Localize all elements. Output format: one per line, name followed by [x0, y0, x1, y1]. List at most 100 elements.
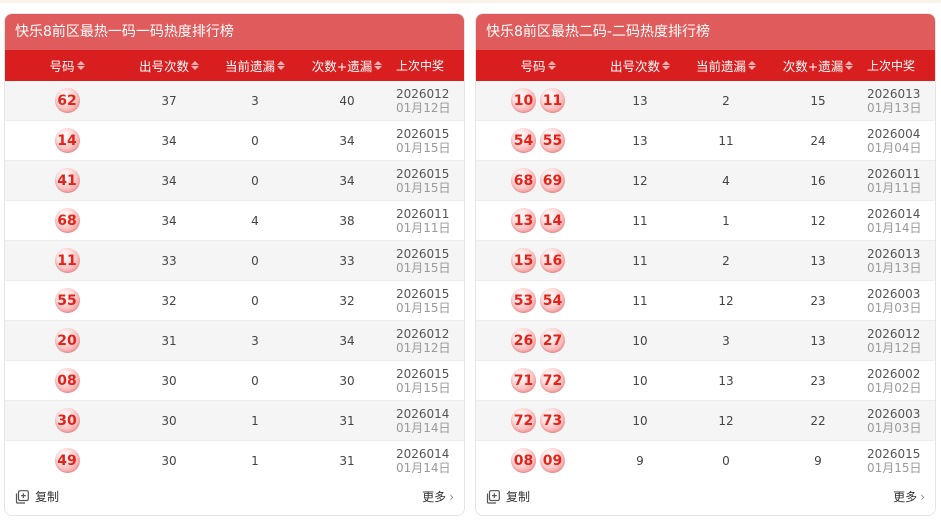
draw-date: 01月02日	[867, 380, 922, 395]
sort-icon[interactable]	[374, 61, 383, 70]
header-label: 出号次数	[609, 59, 660, 74]
last-win-cell: 2026012 01月12日	[393, 327, 464, 355]
copy-icon	[15, 489, 29, 504]
count-cell: 30	[161, 413, 177, 428]
table-row: 20 31 3 34 2026012 01月12日	[5, 321, 464, 361]
count-cell: 34	[161, 133, 177, 148]
number-cell: 13 14	[476, 208, 600, 233]
number-ball: 49	[54, 448, 80, 473]
number-ball: 13	[511, 208, 536, 233]
issue-number: 2026014	[396, 446, 450, 461]
sort-icon[interactable]	[191, 61, 199, 70]
issue-number: 2026004	[867, 126, 921, 141]
copy-button[interactable]: 复制	[486, 488, 530, 505]
last-win-cell: 2026012 01月12日	[864, 327, 935, 355]
copy-label: 复制	[506, 490, 531, 504]
sum-cell: 31	[339, 413, 355, 428]
issue-number: 2026015	[867, 446, 921, 461]
miss-cell: 3	[251, 93, 259, 108]
header-number[interactable]: 号码	[5, 56, 129, 75]
table-row: 15 16 11 2 13 2026013 01月13日	[476, 241, 935, 281]
issue-number: 2026002	[867, 366, 921, 381]
number-ball: 68	[54, 208, 80, 233]
table-row: 49 30 1 31 2026014 01月14日	[5, 441, 464, 481]
sort-icon[interactable]	[662, 61, 670, 70]
draw-date: 01月13日	[867, 100, 922, 115]
issue-number: 2026012	[396, 326, 450, 341]
miss-cell: 1	[251, 453, 259, 468]
number-ball: 53	[511, 288, 536, 313]
draw-date: 01月15日	[867, 460, 922, 475]
header-label: 次数+遗漏	[311, 59, 373, 74]
number-ball: 14	[540, 208, 565, 233]
number-cell: 11	[5, 248, 129, 273]
hot-pair-panel: 快乐8前区最热二码-二码热度排行榜 号码 出号次数 当前遗漏 次数+遗漏 上次中…	[475, 13, 936, 516]
number-ball: 72	[540, 368, 565, 393]
last-win-cell: 2026011 01月11日	[393, 207, 464, 235]
number-cell: 62	[5, 88, 129, 113]
count-cell: 11	[632, 253, 648, 268]
count-cell: 11	[632, 293, 648, 308]
copy-button[interactable]: 复制	[15, 488, 59, 505]
sum-cell: 15	[810, 93, 826, 108]
miss-cell: 3	[722, 333, 730, 348]
sum-cell: 34	[339, 333, 355, 348]
header-sum[interactable]: 次数+遗漏	[301, 56, 393, 75]
issue-number: 2026003	[867, 286, 921, 301]
miss-cell: 2	[722, 253, 730, 268]
number-cell: 72 73	[476, 408, 600, 433]
sort-icon[interactable]	[277, 61, 285, 70]
panel-footer: 复制 更多 ›	[5, 478, 464, 515]
table-row: 14 34 0 34 2026015 01月15日	[5, 121, 464, 161]
sum-cell: 13	[810, 333, 826, 348]
number-ball: 27	[540, 328, 565, 353]
header-miss[interactable]: 当前遗漏	[209, 56, 301, 75]
more-link[interactable]: 更多 ›	[893, 488, 925, 505]
sort-icon[interactable]	[547, 61, 556, 70]
number-cell: 08	[5, 368, 129, 393]
number-ball: 54	[511, 128, 536, 153]
number-cell: 54 55	[476, 128, 600, 153]
count-cell: 12	[632, 173, 648, 188]
table-row: 68 69 12 4 16 2026011 01月11日	[476, 161, 935, 201]
header-label: 当前遗漏	[695, 59, 746, 74]
miss-cell: 4	[722, 173, 730, 188]
count-cell: 10	[632, 333, 648, 348]
draw-date: 01月03日	[867, 300, 922, 315]
more-label: 更多	[893, 490, 918, 504]
table-row: 08 30 0 30 2026015 01月15日	[5, 361, 464, 401]
header-count[interactable]: 出号次数	[600, 56, 680, 75]
last-win-cell: 2026015 01月15日	[393, 167, 464, 195]
header-miss[interactable]: 当前遗漏	[680, 56, 772, 75]
number-ball: 08	[54, 368, 80, 393]
draw-date: 01月14日	[396, 460, 451, 475]
header-count[interactable]: 出号次数	[129, 56, 209, 75]
last-win-cell: 2026015 01月15日	[393, 127, 464, 155]
sort-icon[interactable]	[845, 61, 854, 70]
count-cell: 37	[161, 93, 177, 108]
sort-icon[interactable]	[76, 61, 85, 70]
header-label: 号码	[49, 59, 75, 74]
issue-number: 2026013	[867, 246, 921, 261]
sort-icon[interactable]	[748, 61, 756, 70]
draw-date: 01月12日	[867, 340, 922, 355]
table-row: 68 34 4 38 2026011 01月11日	[5, 201, 464, 241]
draw-date: 01月15日	[396, 260, 451, 275]
number-ball: 69	[540, 168, 565, 193]
sum-cell: 30	[339, 373, 355, 388]
number-ball: 26	[511, 328, 536, 353]
issue-number: 2026003	[867, 406, 921, 421]
header-number[interactable]: 号码	[476, 56, 600, 75]
top-divider	[0, 0, 941, 3]
miss-cell: 1	[722, 213, 730, 228]
draw-date: 01月03日	[867, 420, 922, 435]
number-cell: 68	[5, 208, 129, 233]
last-win-cell: 2026011 01月11日	[864, 167, 935, 195]
sum-cell: 23	[810, 293, 826, 308]
panel-title: 快乐8前区最热一码一码热度排行榜	[5, 14, 464, 50]
miss-cell: 12	[718, 413, 734, 428]
table-row: 30 30 1 31 2026014 01月14日	[5, 401, 464, 441]
header-sum[interactable]: 次数+遗漏	[772, 56, 864, 75]
more-link[interactable]: 更多 ›	[422, 488, 454, 505]
number-ball: 15	[511, 248, 536, 273]
